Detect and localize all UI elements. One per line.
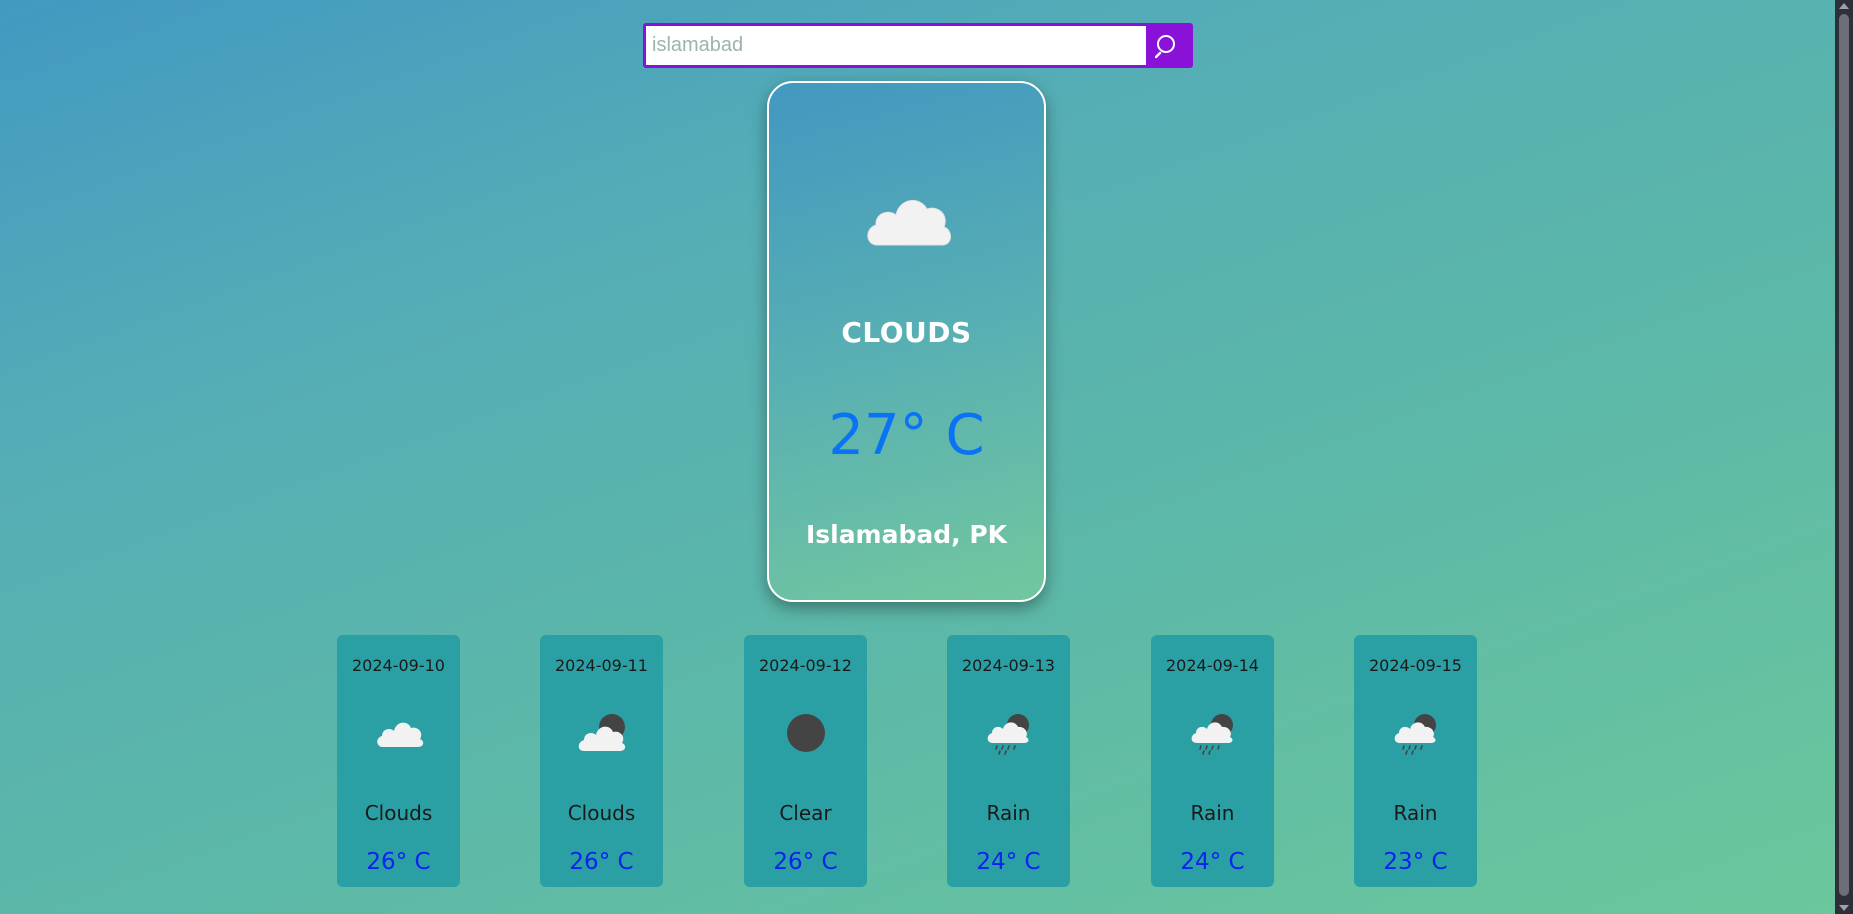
scroll-up-icon[interactable] (1839, 3, 1849, 9)
scroll-down-icon[interactable] (1839, 905, 1849, 911)
forecast-card: 2024-09-14 Rain 24° C (1151, 635, 1274, 887)
forecast-temperature: 26° C (569, 849, 634, 875)
forecast-card: 2024-09-13 Rain 24° C (947, 635, 1070, 887)
forecast-date: 2024-09-13 (962, 656, 1055, 675)
forecast-date: 2024-09-12 (759, 656, 852, 675)
current-weather-card: CLOUDS 27° C Islamabad, PK (767, 81, 1046, 602)
current-temperature: 27° C (828, 403, 985, 468)
moon-icon (787, 714, 825, 752)
search-input[interactable] (646, 26, 1146, 65)
cloud-icon (867, 200, 951, 246)
scrollbar-thumb[interactable] (1839, 14, 1849, 896)
forecast-card: 2024-09-11 Clouds 26° C (540, 635, 663, 887)
page-scrollbar[interactable] (1835, 0, 1853, 914)
cloud-moon-icon (578, 714, 626, 751)
current-location: Islamabad, PK (805, 520, 1008, 549)
cloud-icon (377, 722, 424, 747)
forecast-card: 2024-09-10 Clouds 26° C (337, 635, 460, 887)
forecast-date: 2024-09-11 (555, 656, 648, 675)
rain-moon-icon (1394, 714, 1436, 755)
forecast-date: 2024-09-14 (1166, 656, 1259, 675)
forecast-condition: Rain (1190, 801, 1235, 825)
forecast-temperature: 24° C (976, 849, 1041, 875)
forecast-temperature: 26° C (773, 849, 838, 875)
forecast-condition: Clear (779, 801, 832, 825)
forecast-temperature: 24° C (1180, 849, 1245, 875)
forecast-date: 2024-09-10 (352, 656, 445, 675)
forecast-temperature: 26° C (366, 849, 431, 875)
current-condition: CLOUDS (841, 316, 972, 349)
forecast-date: 2024-09-15 (1369, 656, 1462, 675)
forecast-temperature: 23° C (1383, 849, 1448, 875)
rain-moon-icon (987, 714, 1029, 755)
forecast-card: 2024-09-12 Clear 26° C (744, 635, 867, 887)
rain-moon-icon (1191, 714, 1233, 755)
search-icon (1155, 34, 1175, 58)
forecast-condition: Clouds (364, 801, 433, 825)
forecast-condition: Clouds (567, 801, 636, 825)
search-button[interactable] (1146, 26, 1190, 65)
forecast-condition: Rain (986, 801, 1031, 825)
search-bar (643, 23, 1193, 68)
forecast-card: 2024-09-15 Rain 23° C (1354, 635, 1477, 887)
forecast-condition: Rain (1393, 801, 1438, 825)
